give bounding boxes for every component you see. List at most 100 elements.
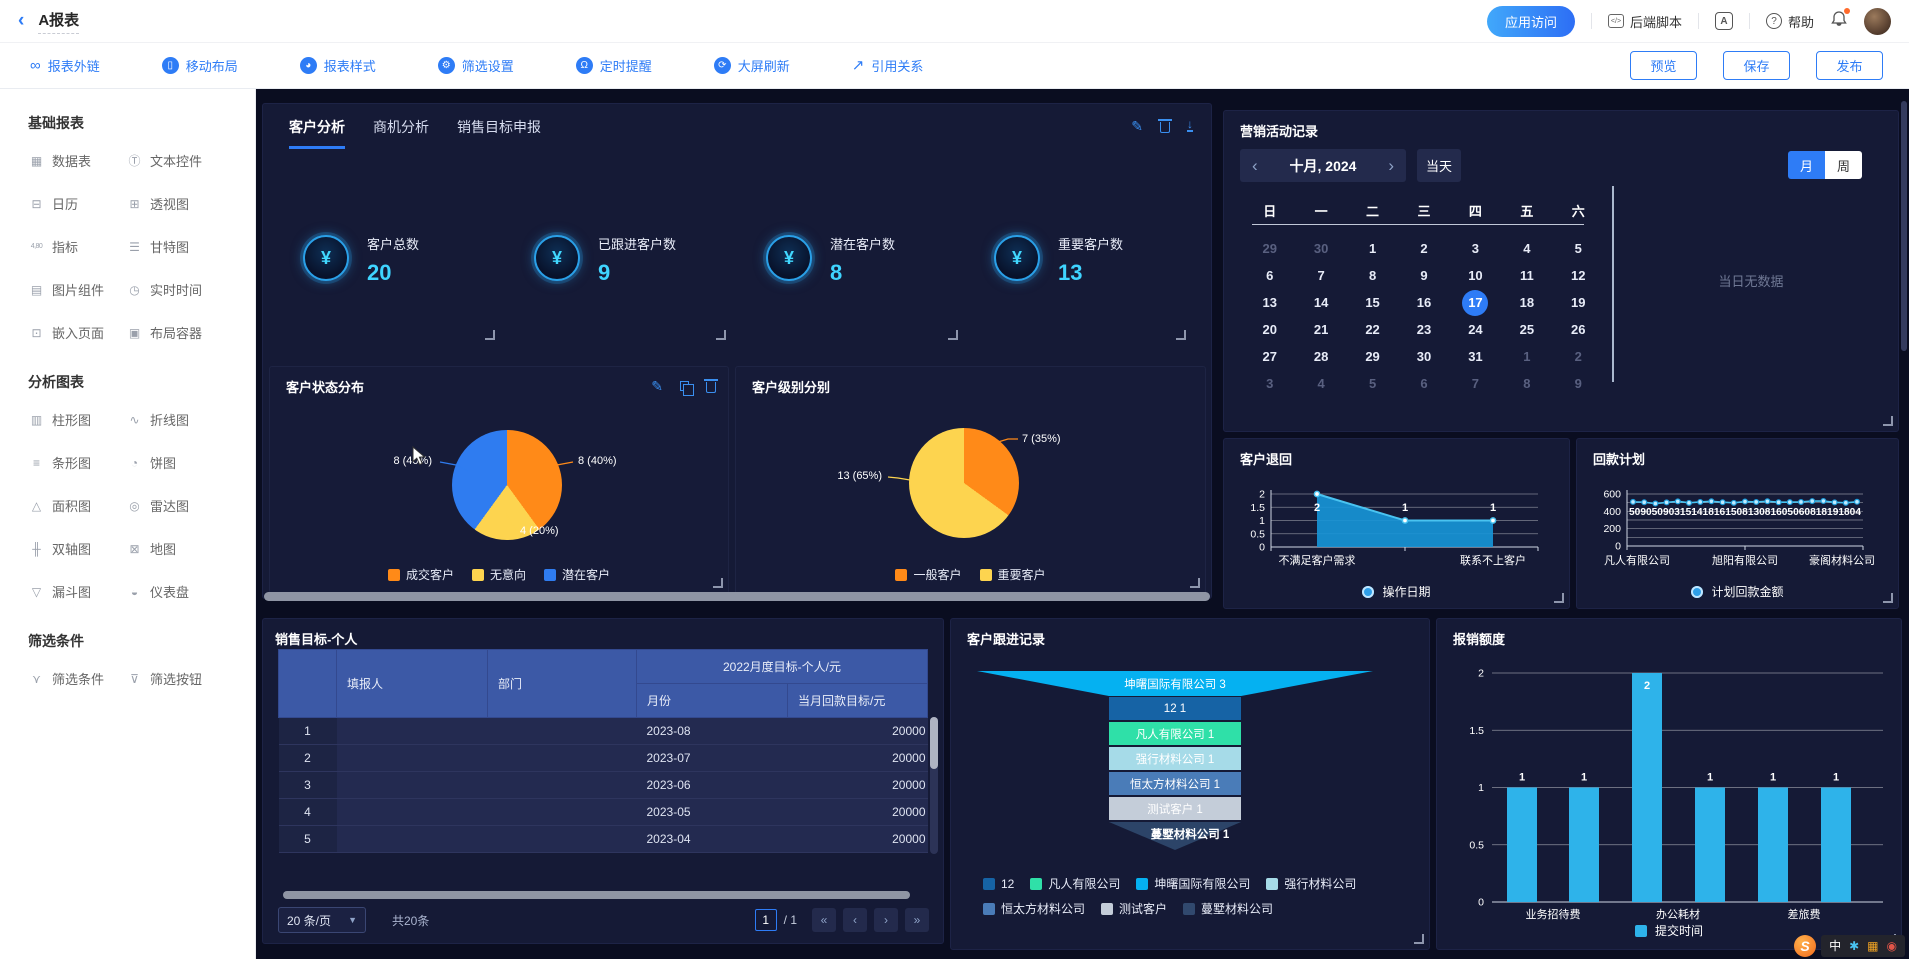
legend-item[interactable]: 测试客户 xyxy=(1101,900,1167,917)
sidebar-item[interactable]: ⊽筛选按钮 xyxy=(126,669,224,688)
publish-button[interactable]: 发布 xyxy=(1816,51,1883,80)
sidebar-item[interactable]: ◒仪表盘 xyxy=(126,582,224,601)
calendar-day[interactable]: 8 xyxy=(1501,370,1552,397)
table-horizontal-scrollbar[interactable] xyxy=(283,891,910,899)
prev-page-button[interactable]: ‹ xyxy=(843,908,867,932)
sogou-logo-icon[interactable]: S xyxy=(1794,935,1816,957)
funnel-segment[interactable]: 恒太方材料公司 1 xyxy=(1109,772,1241,795)
sidebar-item[interactable]: ⊡嵌入页面 xyxy=(28,323,126,342)
legend-item[interactable]: 12 xyxy=(983,875,1014,892)
toolbar-item-filter-settings[interactable]: ⚙筛选设置 xyxy=(438,56,514,75)
sidebar-item[interactable]: ◔饼图 xyxy=(126,453,224,472)
calendar-day[interactable]: 18 xyxy=(1501,289,1552,316)
legend-item[interactable]: 无意向 xyxy=(472,566,526,583)
ime-star-icon[interactable]: ✱ xyxy=(1849,940,1859,952)
calendar-day[interactable]: 20 xyxy=(1244,316,1295,343)
edit-icon[interactable]: ✎ xyxy=(1131,119,1143,133)
table-vertical-scrollbar[interactable] xyxy=(930,717,938,854)
table-row[interactable]: 52023-0420000 xyxy=(279,826,928,853)
page-title[interactable]: A报表 xyxy=(38,9,79,34)
legend-item[interactable]: 蔓墅材料公司 xyxy=(1183,900,1273,917)
calendar-day[interactable]: 26 xyxy=(1553,316,1604,343)
calendar-day[interactable]: 23 xyxy=(1398,316,1449,343)
kpi-card[interactable]: ¥客户总数20 xyxy=(275,181,500,345)
tab-商机分析[interactable]: 商机分析 xyxy=(373,117,429,149)
funnel-segment[interactable]: 坤曙国际有限公司 3 xyxy=(977,671,1373,696)
delete-icon[interactable] xyxy=(706,382,716,393)
calendar-day[interactable]: 9 xyxy=(1398,262,1449,289)
calendar-day[interactable]: 2 xyxy=(1553,343,1604,370)
ime-grid-icon[interactable]: ▦ xyxy=(1867,940,1878,952)
table-row[interactable]: 32023-0620000 xyxy=(279,772,928,799)
ime-lang[interactable]: 中 xyxy=(1829,940,1841,952)
horizontal-scrollbar[interactable] xyxy=(264,592,1210,601)
calendar-day[interactable]: 27 xyxy=(1244,343,1295,370)
app-access-button[interactable]: 应用访问 xyxy=(1487,6,1575,37)
help-button[interactable]: ? 帮助 xyxy=(1766,12,1814,31)
calendar-day[interactable]: 19 xyxy=(1553,289,1604,316)
calendar-day[interactable]: 31 xyxy=(1450,343,1501,370)
calendar-day[interactable]: 17 xyxy=(1450,289,1501,316)
copy-icon[interactable] xyxy=(680,381,689,391)
legend-item[interactable]: 潜在客户 xyxy=(544,566,610,583)
calendar-day[interactable]: 9 xyxy=(1553,370,1604,397)
today-button[interactable]: 当天 xyxy=(1417,149,1461,182)
next-month-icon[interactable]: › xyxy=(1388,157,1394,174)
legend-item[interactable]: 一般客户 xyxy=(895,566,961,583)
calendar-day[interactable]: 16 xyxy=(1398,289,1449,316)
sidebar-item[interactable]: ▣布局容器 xyxy=(126,323,224,342)
calendar-day[interactable]: 6 xyxy=(1398,370,1449,397)
calendar-day[interactable]: 13 xyxy=(1244,289,1295,316)
customer-status-pie-chart[interactable] xyxy=(452,430,562,540)
expense-bar-chart[interactable]: 21.510.50112111业务招待费办公耗材差旅费 xyxy=(1447,647,1893,932)
edit-icon[interactable]: ✎ xyxy=(651,379,663,393)
sidebar-item[interactable]: ╫双轴图 xyxy=(28,539,126,558)
sidebar-item[interactable]: ≡条形图 xyxy=(28,453,126,472)
sidebar-item[interactable]: ⋎筛选条件 xyxy=(28,669,126,688)
download-icon[interactable]: ↓ xyxy=(1187,120,1193,133)
save-button[interactable]: 保存 xyxy=(1723,51,1790,80)
sidebar-item[interactable]: ⊞透视图 xyxy=(126,194,224,213)
calendar-day[interactable]: 15 xyxy=(1347,289,1398,316)
last-page-button[interactable]: » xyxy=(905,908,929,932)
translate-icon[interactable]: A xyxy=(1715,12,1733,30)
calendar-day[interactable]: 3 xyxy=(1450,235,1501,262)
calendar-day[interactable]: 29 xyxy=(1244,235,1295,262)
customer-level-pie-chart[interactable] xyxy=(909,428,1019,538)
calendar-day[interactable]: 1 xyxy=(1347,235,1398,262)
tab-客户分析[interactable]: 客户分析 xyxy=(289,117,345,149)
calendar-day[interactable]: 4 xyxy=(1295,370,1346,397)
calendar-day[interactable]: 7 xyxy=(1450,370,1501,397)
calendar-day[interactable]: 14 xyxy=(1295,289,1346,316)
legend-item[interactable]: 强行材料公司 xyxy=(1266,875,1356,892)
calendar-day[interactable]: 21 xyxy=(1295,316,1346,343)
calendar-day[interactable]: 28 xyxy=(1295,343,1346,370)
calendar-day[interactable]: 5 xyxy=(1347,370,1398,397)
ime-dot-icon[interactable]: ◉ xyxy=(1887,940,1897,952)
legend-item[interactable]: 重要客户 xyxy=(980,566,1046,583)
tab-销售目标申报[interactable]: 销售目标申报 xyxy=(457,117,541,149)
table-row[interactable]: 12023-0820000 xyxy=(279,718,928,745)
calendar-day[interactable]: 12 xyxy=(1553,262,1604,289)
sidebar-item[interactable]: ⊟日历 xyxy=(28,194,126,213)
vertical-scrollbar[interactable] xyxy=(1901,101,1907,351)
toolbar-item-scheduled-reminder[interactable]: Ω定时提醒 xyxy=(576,56,652,75)
view-toggle-月[interactable]: 月 xyxy=(1788,151,1825,179)
calendar-day[interactable]: 4 xyxy=(1501,235,1552,262)
toolbar-item-screen-refresh[interactable]: ⟳大屏刷新 xyxy=(714,56,790,75)
calendar-day[interactable]: 1 xyxy=(1501,343,1552,370)
legend-item[interactable]: 凡人有限公司 xyxy=(1030,875,1120,892)
funnel-segment[interactable]: 强行材料公司 1 xyxy=(1109,747,1241,770)
sidebar-item[interactable]: ▥柱形图 xyxy=(28,410,126,429)
toolbar-item-reference-relation[interactable]: ↗引用关系 xyxy=(852,56,924,75)
first-page-button[interactable]: « xyxy=(812,908,836,932)
calendar-day[interactable]: 6 xyxy=(1244,262,1295,289)
sidebar-item[interactable]: Ⓣ文本控件 xyxy=(126,151,224,170)
calendar-day[interactable]: 24 xyxy=(1450,316,1501,343)
calendar-day[interactable]: 25 xyxy=(1501,316,1552,343)
toolbar-item-report-external-link[interactable]: ∞报表外链 xyxy=(30,56,100,75)
kpi-card[interactable]: ¥已跟进客户数9 xyxy=(506,181,731,345)
payment-plan-line-chart[interactable]: 6004002000509050903151418161508130816050… xyxy=(1581,471,1896,581)
kpi-card[interactable]: ¥重要客户数13 xyxy=(966,181,1191,345)
funnel-segment[interactable]: 测试客户 1 xyxy=(1109,797,1241,820)
